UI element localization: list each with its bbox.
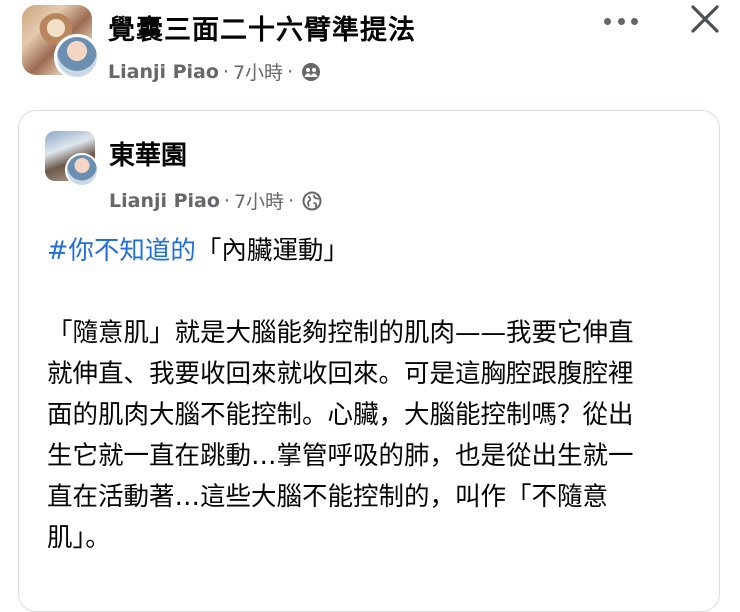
close-icon[interactable] — [690, 4, 720, 34]
post-paragraph: 「隨意肌」就是大腦能夠控制的肌肉——我要它伸直 就伸直、我要收回來就收回來。可是… — [47, 313, 707, 559]
card-meta: Lianji Piao · 7小時 · — [109, 187, 322, 214]
post-line: 「隨意肌」就是大腦能夠控制的肌肉——我要它伸直 — [47, 318, 634, 348]
author-name[interactable]: Lianji Piao — [108, 61, 219, 83]
hashtag-link[interactable]: #你不知道的 — [47, 236, 196, 266]
post-line: 生它就一直在跳動…掌管呼吸的肺，也是從出生就一 — [47, 441, 634, 471]
author-avatar[interactable] — [54, 34, 100, 80]
post-header: 覺囊三面二十六臂準提法 Lianji Piao · 7小時 · — [0, 0, 740, 100]
post-time[interactable]: 7小時 — [234, 187, 284, 214]
post-line: 面的肌肉大腦不能控制。心臟，大腦能控制嗎？從出 — [47, 400, 634, 430]
author-avatar[interactable] — [65, 153, 99, 187]
post-headline: #你不知道的「內臟運動」 — [47, 231, 707, 272]
headline-text: 「內臟運動」 — [195, 236, 349, 266]
group-title[interactable]: 覺囊三面二十六臂準提法 — [108, 8, 416, 47]
post-time[interactable]: 7小時 — [233, 58, 283, 85]
group-audience-icon — [302, 62, 321, 81]
post-line: 肌」。 — [47, 523, 111, 553]
post-body: #你不知道的「內臟運動」 「隨意肌」就是大腦能夠控制的肌肉——我要它伸直 就伸直… — [47, 231, 707, 559]
more-options-icon[interactable] — [604, 17, 638, 25]
globe-icon — [302, 191, 322, 210]
meta-separator: · — [223, 189, 230, 212]
meta-separator: · — [288, 189, 295, 212]
shared-post-card[interactable]: 東華園 Lianji Piao · 7小時 · #你不知道的「內臟運動」 「隨意… — [18, 110, 720, 612]
meta-separator: · — [287, 60, 294, 83]
post-meta: Lianji Piao · 7小時 · — [108, 58, 321, 85]
post-line: 直在活動著…這些大腦不能控制的，叫作「不隨意 — [47, 482, 609, 512]
meta-separator: · — [222, 60, 229, 83]
post-line: 就伸直、我要收回來就收回來。可是這胸腔跟腹腔裡 — [47, 359, 634, 389]
page-name[interactable]: 東華園 — [109, 135, 187, 172]
author-name[interactable]: Lianji Piao — [109, 190, 220, 212]
